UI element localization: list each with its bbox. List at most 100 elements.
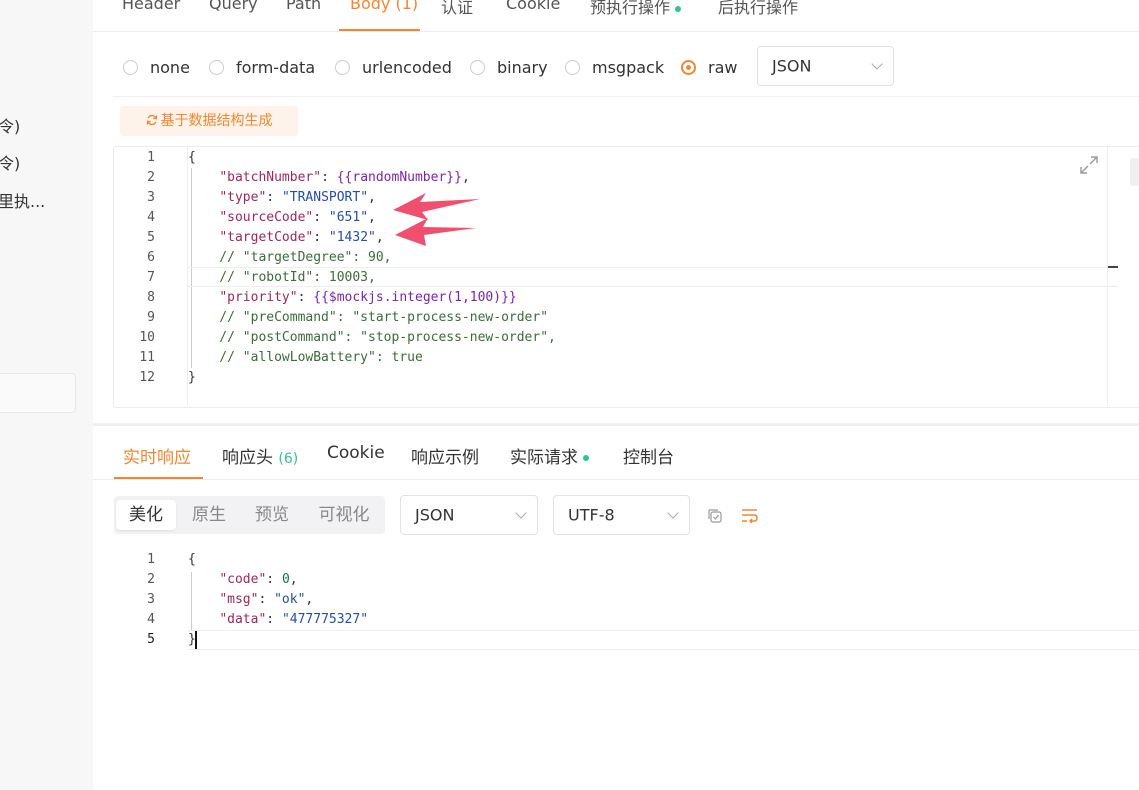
radio-label: none bbox=[150, 57, 190, 77]
code-line-comment: // "preCommand": "start-process-new-orde… bbox=[188, 310, 549, 325]
chevron-down-icon bbox=[515, 507, 527, 519]
tab-cookie[interactable]: Cookie bbox=[506, 0, 560, 13]
wrap-lines-icon[interactable] bbox=[740, 506, 760, 526]
radio-circle bbox=[209, 59, 224, 75]
view-mode-pretty[interactable]: 美化 bbox=[116, 500, 176, 530]
tab-path[interactable]: Path bbox=[286, 0, 321, 13]
section-divider bbox=[93, 423, 1139, 426]
chevron-down-icon bbox=[871, 58, 883, 70]
line-number: 5 bbox=[147, 632, 155, 647]
line-number: 7 bbox=[147, 270, 155, 285]
radio-label: raw bbox=[708, 57, 738, 77]
divider bbox=[93, 31, 1139, 32]
code-line-comment: // "robotId": 10003, bbox=[188, 270, 376, 285]
sidebar-item[interactable]: 令) bbox=[0, 113, 20, 137]
tab-query[interactable]: Query bbox=[209, 0, 258, 13]
code-line: "msg": "ok", bbox=[219, 592, 314, 607]
tab-response-example[interactable]: 响应示例 bbox=[411, 443, 479, 468]
refresh-icon bbox=[146, 114, 157, 126]
tab-pre-execution[interactable]: 预执行操作 bbox=[590, 0, 682, 18]
view-mode-visualize[interactable]: 可视化 bbox=[306, 500, 382, 530]
generate-button-label: 基于数据结构生成 bbox=[160, 113, 273, 129]
tab-post-execution[interactable]: 后执行操作 bbox=[718, 0, 798, 18]
code-line: "code": 0, bbox=[219, 572, 298, 587]
tab-response-headers[interactable]: 响应头 (6) bbox=[222, 443, 298, 468]
radio-urlencoded[interactable]: urlencoded bbox=[335, 56, 452, 78]
line-number: 2 bbox=[147, 170, 155, 185]
tab-body[interactable]: Body (1) bbox=[350, 0, 418, 13]
scrollbar-thumb[interactable] bbox=[1130, 158, 1139, 186]
radio-label: msgpack bbox=[592, 57, 665, 77]
code-line: { bbox=[188, 552, 196, 567]
code-line: "sourceCode": "651", bbox=[219, 210, 376, 225]
line-number: 5 bbox=[147, 230, 155, 245]
radio-circle-selected bbox=[681, 59, 696, 75]
line-number: 10 bbox=[139, 330, 155, 345]
divider bbox=[113, 96, 1139, 97]
line-number: 4 bbox=[147, 612, 155, 627]
code-line: "priority": {{$mockjs.integer(1,100)}} bbox=[219, 290, 517, 305]
view-mode-segmented-control: 美化 原生 预览 可视化 bbox=[114, 496, 385, 534]
sidebar: 令) 令) 里执... bbox=[0, 0, 93, 790]
response-format-select[interactable]: JSON bbox=[400, 495, 538, 535]
radio-binary[interactable]: binary bbox=[470, 56, 548, 78]
radio-form-data[interactable]: form-data bbox=[209, 56, 315, 78]
code-line: "type": "TRANSPORT", bbox=[219, 190, 376, 205]
code-line-comment: // "targetDegree": 90, bbox=[188, 250, 392, 265]
line-number: 12 bbox=[139, 370, 155, 385]
scrollbar-marker bbox=[1108, 266, 1118, 268]
view-mode-preview[interactable]: 预览 bbox=[241, 500, 303, 530]
tab-count: (6) bbox=[278, 451, 299, 467]
code-line: "batchNumber": {{randomNumber}}, bbox=[219, 170, 470, 185]
line-number: 1 bbox=[147, 552, 155, 567]
divider bbox=[93, 479, 1139, 480]
chevron-down-icon bbox=[667, 507, 679, 519]
line-number: 4 bbox=[147, 210, 155, 225]
status-dot bbox=[583, 455, 589, 461]
copy-icon[interactable] bbox=[706, 507, 724, 525]
tab-response-cookie[interactable]: Cookie bbox=[327, 443, 385, 463]
code-line: { bbox=[188, 150, 196, 165]
line-number: 9 bbox=[147, 310, 155, 325]
tab-pre-execution-label: 预执行操作 bbox=[590, 0, 671, 17]
line-number: 2 bbox=[147, 572, 155, 587]
line-number: 3 bbox=[147, 592, 155, 607]
code-line-comment: // "allowLowBattery": true bbox=[188, 350, 423, 365]
radio-label: binary bbox=[497, 57, 548, 77]
code-line: "targetCode": "1432", bbox=[219, 230, 384, 245]
radio-none[interactable]: none bbox=[123, 56, 190, 78]
raw-format-select[interactable]: JSON bbox=[757, 46, 894, 86]
sidebar-box bbox=[0, 373, 76, 413]
radio-label: urlencoded bbox=[362, 57, 452, 77]
annotation-arrow-icon bbox=[393, 193, 480, 246]
text-cursor bbox=[195, 631, 197, 649]
tab-header[interactable]: Header bbox=[122, 0, 180, 13]
line-number: 1 bbox=[147, 150, 155, 165]
radio-raw[interactable]: raw bbox=[681, 56, 737, 78]
radio-label: form-data bbox=[236, 57, 316, 77]
sidebar-item[interactable]: 里执... bbox=[0, 188, 45, 212]
tab-console[interactable]: 控制台 bbox=[623, 443, 674, 468]
line-number: 8 bbox=[147, 290, 155, 305]
scrollbar-track bbox=[1107, 147, 1108, 406]
radio-msgpack[interactable]: msgpack bbox=[565, 56, 664, 78]
code-line: } bbox=[188, 370, 196, 385]
tab-live-response[interactable]: 实时响应 bbox=[123, 443, 191, 468]
line-number: 3 bbox=[147, 190, 155, 205]
generate-from-schema-button[interactable]: 基于数据结构生成 bbox=[120, 106, 298, 136]
view-mode-raw[interactable]: 原生 bbox=[178, 500, 240, 530]
tab-body-count: (1) bbox=[395, 0, 419, 13]
select-value: JSON bbox=[772, 56, 812, 76]
code-line-comment: // "postCommand": "stop-process-new-orde… bbox=[188, 330, 556, 345]
sidebar-item[interactable]: 令) bbox=[0, 150, 20, 174]
radio-circle bbox=[565, 59, 580, 75]
tab-actual-request[interactable]: 实际请求 bbox=[510, 443, 589, 468]
tab-label: 实际请求 bbox=[510, 448, 578, 468]
expand-icon[interactable] bbox=[1079, 155, 1099, 175]
response-encoding-select[interactable]: UTF-8 bbox=[553, 495, 690, 535]
status-dot bbox=[675, 5, 682, 12]
radio-circle bbox=[123, 59, 138, 75]
active-line-highlight bbox=[188, 630, 1139, 650]
radio-circle bbox=[470, 59, 485, 75]
tab-auth[interactable]: 认证 bbox=[441, 0, 473, 18]
